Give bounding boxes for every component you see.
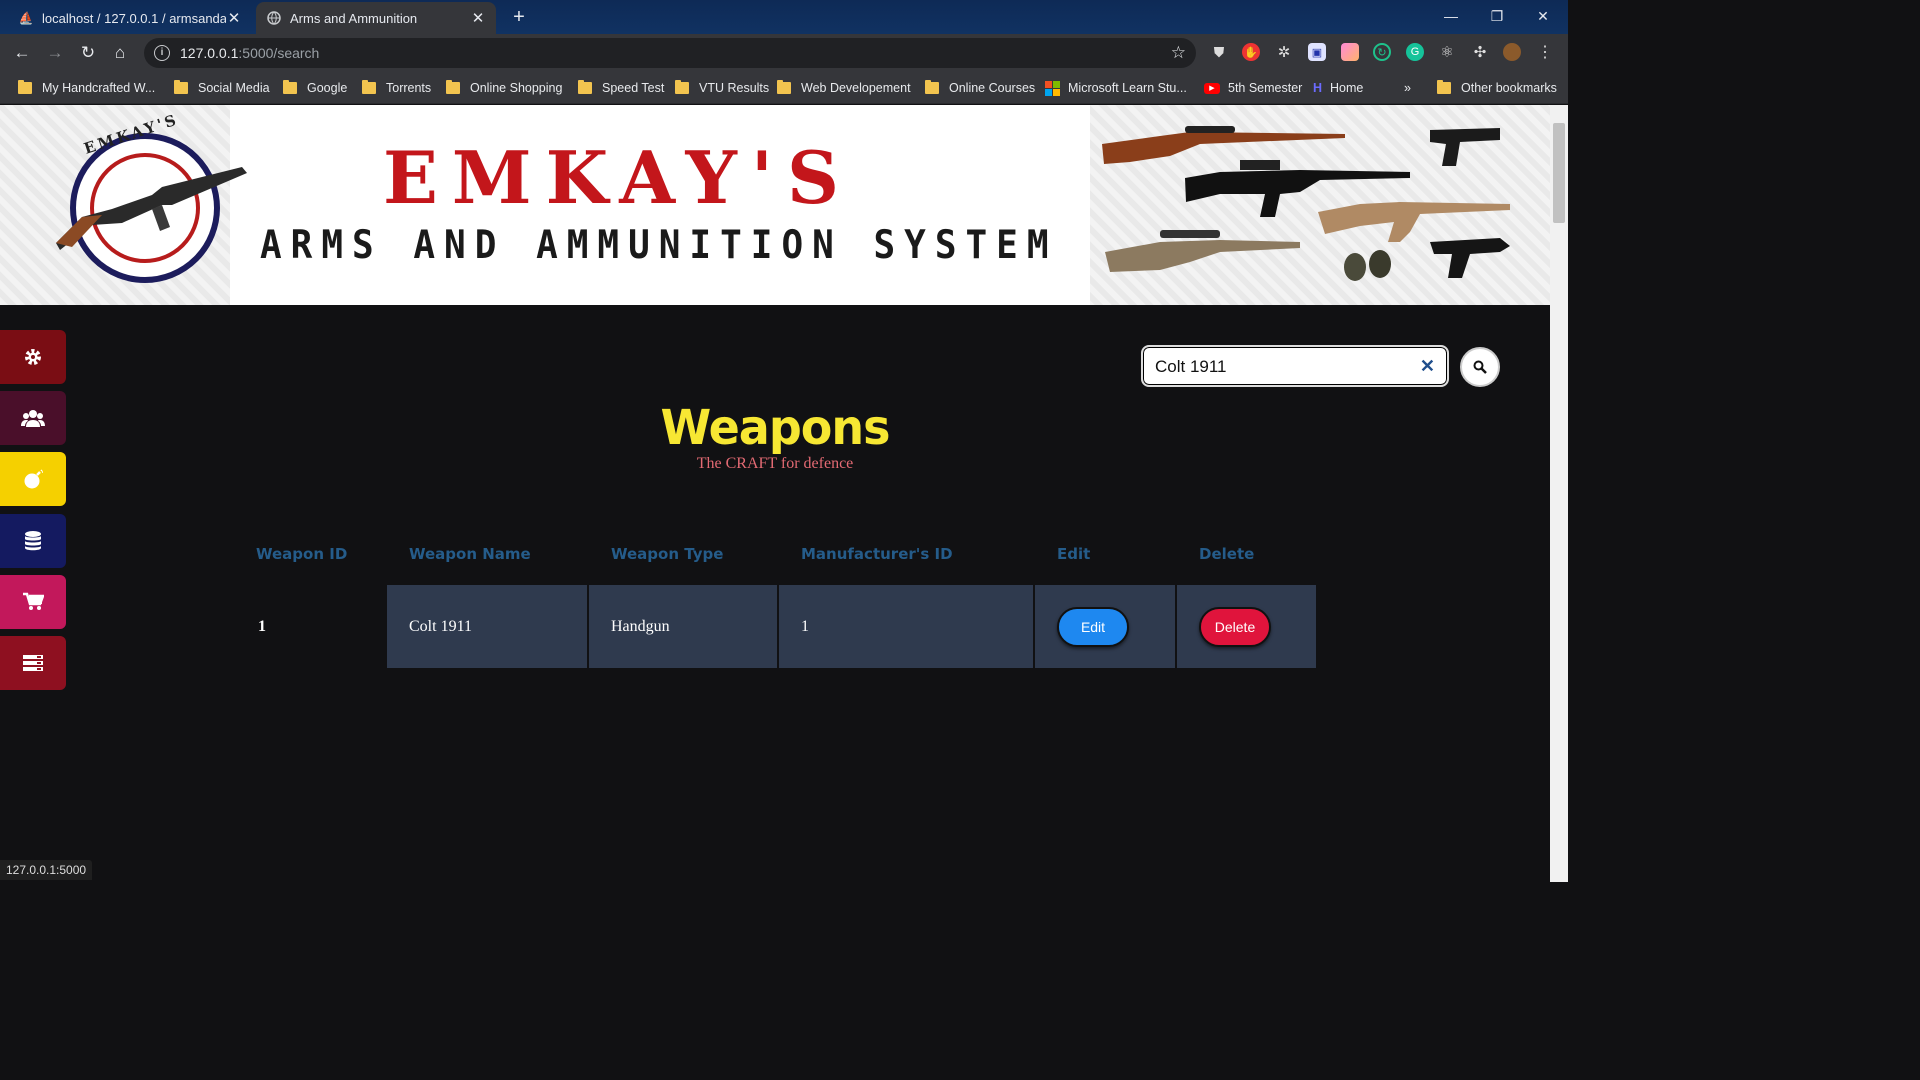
page-scrollbar[interactable] [1550, 105, 1568, 882]
folder-icon [675, 80, 689, 94]
cell-manufacturer-id: 1 [779, 585, 1033, 668]
tab-phpmyadmin[interactable]: ⛵ localhost / 127.0.0.1 / armsandammunit… [8, 2, 252, 34]
home-h-icon: H [1313, 81, 1323, 95]
bookmarks-bar: My Handcrafted W... Social Media Google … [0, 72, 1568, 104]
close-tab-icon[interactable]: ✕ [470, 9, 486, 27]
info-icon[interactable]: i [154, 45, 170, 61]
bookmark-folder[interactable]: Torrents [362, 78, 431, 98]
folder-icon [174, 80, 188, 94]
color-extension-icon[interactable] [1341, 43, 1359, 61]
react-devtools-icon[interactable]: ⚛ [1438, 43, 1456, 61]
profile-avatar[interactable] [1503, 43, 1521, 61]
folder-icon [362, 80, 376, 94]
folder-icon [925, 80, 939, 94]
restore-button[interactable]: ❐ [1474, 0, 1520, 32]
delete-button[interactable]: Delete [1199, 606, 1271, 647]
other-bookmarks-folder[interactable]: Other bookmarks [1437, 78, 1557, 98]
brand-subtitle: ARMS AND AMMUNITION SYSTEM [260, 222, 1058, 268]
back-button[interactable]: ← [10, 41, 34, 65]
scrollbar-thumb[interactable] [1553, 123, 1565, 223]
search-button[interactable] [1460, 347, 1500, 387]
column-header-delete: Delete [1199, 545, 1255, 563]
search-box: ✕ [1141, 345, 1449, 387]
cell-weapon-id: 1 [258, 617, 266, 635]
address-bar[interactable]: i 127.0.0.1:5000/search ☆ [144, 38, 1196, 68]
bookmark-folder[interactable]: Speed Test [578, 78, 664, 98]
bookmark-home[interactable]: H Home [1313, 78, 1363, 98]
folder-icon [283, 80, 297, 94]
close-window-button[interactable]: ✕ [1520, 0, 1566, 32]
bookmark-microsoft-learn[interactable]: Microsoft Learn Stu... [1045, 78, 1187, 98]
url-host: 127.0.0.1 [180, 45, 239, 61]
globe-icon [266, 10, 282, 26]
cell-weapon-type: Handgun [589, 585, 777, 668]
brand-title: EMKAY'S [383, 135, 853, 220]
bookmark-5th-semester[interactable]: ▶ 5th Semester [1204, 78, 1302, 98]
reload-button[interactable]: ↻ [76, 41, 100, 65]
rifle-logo-icon [56, 167, 247, 250]
tab-arms-and-ammunition[interactable]: Arms and Ammunition ✕ [256, 2, 496, 34]
folder-icon [18, 80, 32, 94]
forward-button[interactable]: → [43, 41, 67, 65]
bookmark-folder[interactable]: Web Developement [777, 78, 911, 98]
more-bookmarks-chevron-icon[interactable]: » [1404, 78, 1411, 98]
bookmark-folder[interactable]: Online Courses [925, 78, 1035, 98]
bookmark-star-icon[interactable]: ☆ [1171, 43, 1186, 63]
cell-weapon-name: Colt 1911 [387, 585, 587, 668]
cell-delete: Delete [1177, 585, 1316, 668]
search-icon [1473, 360, 1487, 374]
bookmark-folder[interactable]: My Handcrafted W... [18, 78, 155, 98]
weapons-collage-image [1102, 126, 1510, 281]
microsoft-logo-icon [1045, 80, 1060, 96]
minimize-button[interactable]: — [1428, 0, 1474, 32]
column-header-weapon-name: Weapon Name [409, 545, 531, 563]
folder-icon [1437, 80, 1451, 94]
tab-title: Arms and Ammunition [290, 10, 418, 26]
home-button[interactable]: ⌂ [108, 41, 132, 65]
screen-extension-icon[interactable]: ▣ [1308, 43, 1326, 61]
url-path: :5000/search [238, 45, 320, 61]
close-tab-icon[interactable]: ✕ [226, 9, 242, 27]
extensions-puzzle-icon[interactable]: ✣ [1471, 43, 1489, 61]
bookmark-folder[interactable]: Social Media [174, 78, 270, 98]
refresh-extension-icon[interactable]: ↻ [1373, 43, 1391, 61]
gear-icon [25, 349, 41, 365]
browser-tab-strip: ⛵ localhost / 127.0.0.1 / armsandammunit… [0, 0, 1568, 34]
status-url: 127.0.0.1:5000 [0, 860, 93, 880]
sidebar-item-settings[interactable] [0, 330, 66, 384]
bookmark-folder[interactable]: VTU Results [675, 78, 769, 98]
column-header-weapon-id: Weapon ID [256, 545, 348, 563]
folder-icon [446, 80, 460, 94]
page-title: Weapons [660, 398, 891, 456]
search-input[interactable] [1155, 355, 1415, 379]
shield-extension-icon[interactable]: ⛊ [1210, 43, 1228, 61]
folder-icon [578, 80, 592, 94]
browser-menu-icon[interactable]: ⋮ [1536, 43, 1554, 61]
edit-button[interactable]: Edit [1057, 606, 1129, 647]
column-header-weapon-type: Weapon Type [611, 545, 724, 563]
close-icon[interactable]: ✕ [1420, 356, 1435, 377]
new-tab-button[interactable]: + [508, 6, 530, 28]
sidebar-item-database[interactable] [0, 514, 66, 568]
tab-title: localhost / 127.0.0.1 / armsandammunitio… [42, 10, 226, 26]
table-row: 1 Colt 1911 Handgun 1 Edit Delete [0, 585, 1550, 668]
grammarly-icon[interactable]: G [1406, 43, 1424, 61]
database-icon [25, 531, 41, 551]
gear-extension-icon[interactable]: ✲ [1275, 43, 1293, 61]
column-header-manufacturer-id: Manufacturer's ID [801, 545, 953, 563]
bookmark-folder[interactable]: Google [283, 78, 347, 98]
adblock-extension-icon[interactable]: ✋ [1242, 43, 1260, 61]
browser-toolbar: ← → ↻ ⌂ i 127.0.0.1:5000/search ☆ ⛊ ✋ ✲ … [0, 34, 1568, 72]
bookmark-folder[interactable]: Online Shopping [446, 78, 562, 98]
youtube-icon: ▶ [1204, 82, 1220, 94]
folder-icon [777, 80, 791, 94]
phpmyadmin-icon: ⛵ [18, 11, 34, 25]
column-header-edit: Edit [1057, 545, 1091, 563]
page-subtitle: The CRAFT for defence [696, 455, 854, 472]
cell-edit: Edit [1035, 585, 1175, 668]
